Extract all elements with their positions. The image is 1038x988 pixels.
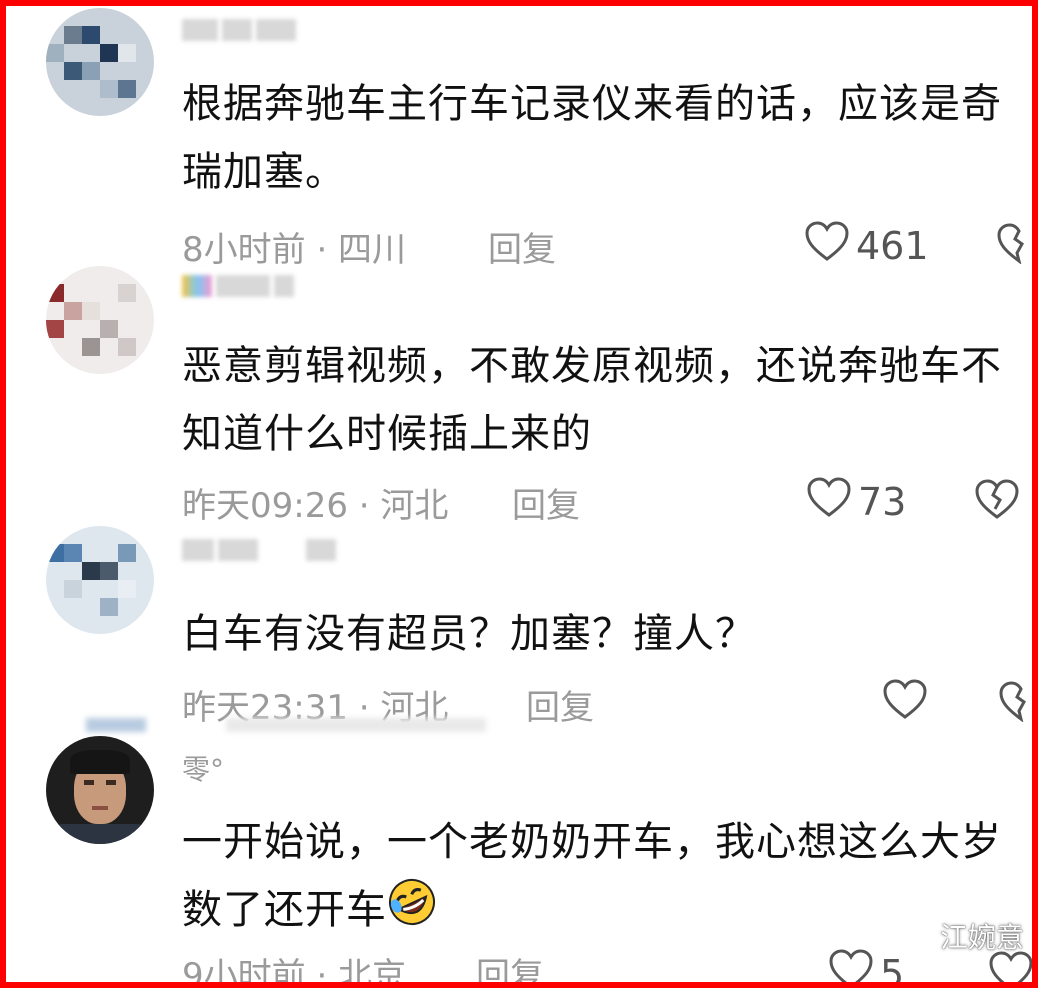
- heart-outline-icon: [828, 948, 874, 982]
- like-count: 73: [858, 479, 907, 524]
- comment-time-location: 9小时前 · 北京: [182, 955, 407, 983]
- comment-item: 恶意剪辑视频，不敢发原视频，还说奔驰车不知道什么时候插上来的 昨天09:26 ·…: [6, 262, 1032, 526]
- dislike-button[interactable]: [998, 680, 1032, 726]
- comment-item: 根据奔驰车主行车记录仪来看的话，应该是奇瑞加塞。 8小时前 · 四川 回复 46…: [6, 6, 1032, 270]
- like-button[interactable]: 73: [806, 476, 906, 527]
- avatar[interactable]: [46, 526, 154, 634]
- avatar[interactable]: [46, 736, 154, 844]
- comment-text: 根据奔驰车主行车记录仪来看的话，应该是奇瑞加塞。: [182, 81, 1002, 195]
- reply-button[interactable]: 回复: [476, 948, 544, 983]
- like-count: 5: [880, 951, 905, 983]
- heart-outline-icon: [806, 476, 852, 527]
- broken-heart-icon: [988, 951, 1032, 982]
- username[interactable]: 零°: [182, 750, 224, 786]
- dislike-button[interactable]: [974, 478, 1020, 524]
- username[interactable]: [182, 268, 294, 304]
- username-text: 零°: [182, 753, 225, 786]
- comment-item: 零° 一开始说，一个老奶奶开车，我心想这么大岁数了还开车 9小时前 · 北京 回…: [6, 722, 1032, 982]
- rolling-laughing-emoji: [387, 877, 437, 948]
- username[interactable]: [182, 532, 336, 568]
- like-button[interactable]: 5: [828, 948, 904, 982]
- comment-item: 白车有没有超员？加塞？撞人？ 昨天23:31 · 河北 回复: [6, 522, 1032, 732]
- comment-text: 白车有没有超员？加塞？撞人？: [182, 611, 756, 657]
- avatar[interactable]: [46, 266, 154, 374]
- reply-button[interactable]: 回复: [512, 478, 580, 527]
- comment-text: 一开始说，一个老奶奶开车，我心想这么大岁数了还开车: [182, 808, 1012, 948]
- avatar[interactable]: [46, 8, 154, 116]
- watermark: 江婉意: [939, 921, 1024, 954]
- username[interactable]: [182, 12, 296, 48]
- like-count: 461: [856, 223, 929, 268]
- comment-text: 恶意剪辑视频，不敢发原视频，还说奔驰车不知道什么时候插上来的: [182, 343, 1002, 457]
- comment-list: 根据奔驰车主行车记录仪来看的话，应该是奇瑞加塞。 8小时前 · 四川 回复 46…: [6, 6, 1032, 982]
- comment-time-location: 昨天09:26 · 河北: [182, 485, 449, 526]
